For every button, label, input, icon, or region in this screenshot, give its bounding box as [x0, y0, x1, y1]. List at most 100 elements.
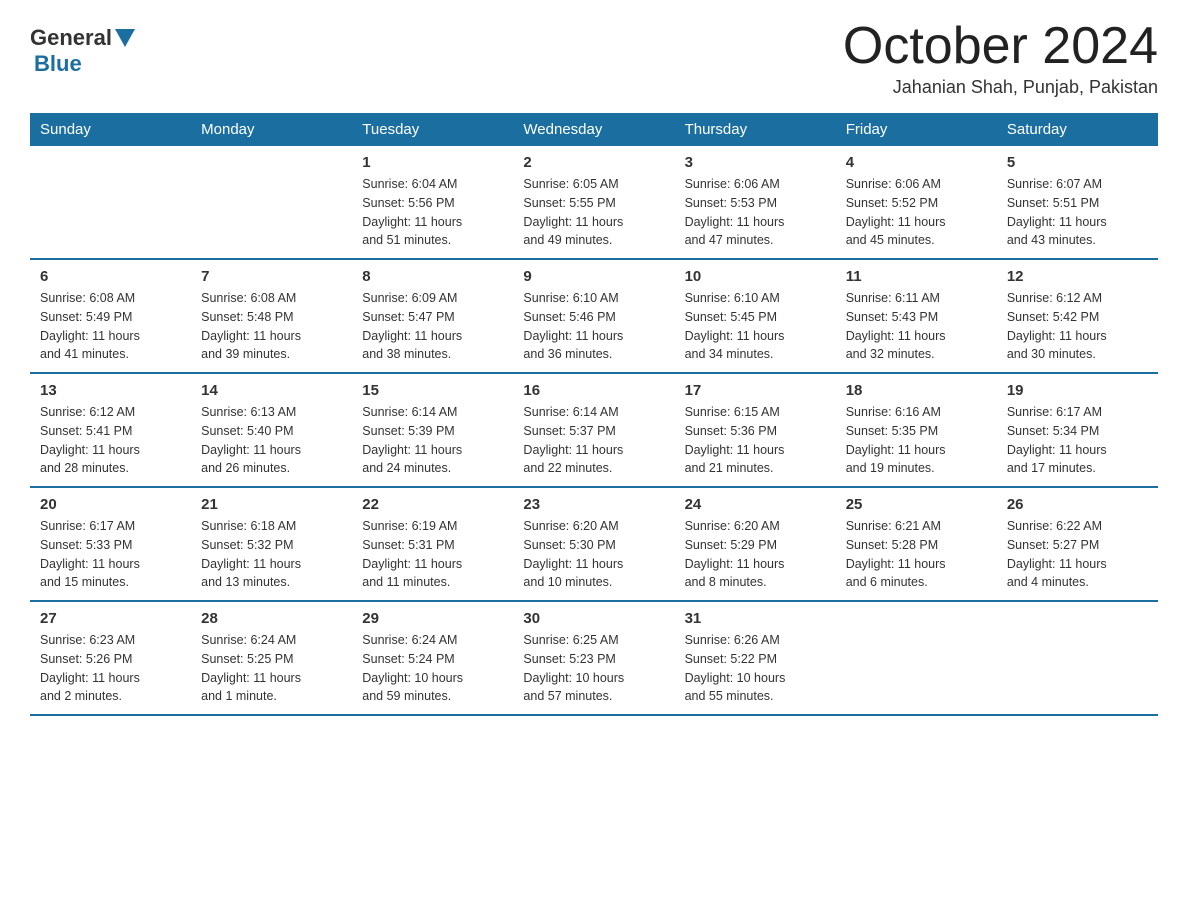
calendar-header: SundayMondayTuesdayWednesdayThursdayFrid… [30, 113, 1158, 146]
day-cell: 18 Sunrise: 6:16 AMSunset: 5:35 PMDayligh… [836, 373, 997, 487]
day-number: 14 [201, 382, 342, 399]
day-info: Sunrise: 6:22 AMSunset: 5:27 PMDaylight:… [1007, 517, 1148, 592]
day-info: Sunrise: 6:12 AMSunset: 5:41 PMDaylight:… [40, 403, 181, 478]
day-number: 30 [523, 610, 664, 627]
day-cell: 22 Sunrise: 6:19 AMSunset: 5:31 PMDayligh… [352, 487, 513, 601]
day-info: Sunrise: 6:16 AMSunset: 5:35 PMDaylight:… [846, 403, 987, 478]
day-number: 18 [846, 382, 987, 399]
title-block: October 2024 Jahanian Shah, Punjab, Paki… [843, 20, 1158, 98]
day-number: 20 [40, 496, 181, 513]
day-number: 6 [40, 268, 181, 285]
day-info: Sunrise: 6:13 AMSunset: 5:40 PMDaylight:… [201, 403, 342, 478]
day-number: 23 [523, 496, 664, 513]
day-cell: 11 Sunrise: 6:11 AMSunset: 5:43 PMDayligh… [836, 259, 997, 373]
day-info: Sunrise: 6:08 AMSunset: 5:48 PMDaylight:… [201, 289, 342, 364]
day-cell: 21 Sunrise: 6:18 AMSunset: 5:32 PMDayligh… [191, 487, 352, 601]
day-cell: 6 Sunrise: 6:08 AMSunset: 5:49 PMDaylight… [30, 259, 191, 373]
logo-blue: Blue [34, 51, 82, 76]
logo-text: General [30, 25, 135, 51]
day-cell [191, 146, 352, 259]
day-info: Sunrise: 6:18 AMSunset: 5:32 PMDaylight:… [201, 517, 342, 592]
day-info: Sunrise: 6:05 AMSunset: 5:55 PMDaylight:… [523, 175, 664, 250]
day-info: Sunrise: 6:17 AMSunset: 5:33 PMDaylight:… [40, 517, 181, 592]
day-number: 19 [1007, 382, 1148, 399]
logo: General Blue [30, 20, 135, 77]
day-cell: 16Sunrise: 6:14 AMSunset: 5:37 PMDayligh… [513, 373, 674, 487]
calendar-body: 1 Sunrise: 6:04 AMSunset: 5:56 PMDaylight… [30, 146, 1158, 715]
day-info: Sunrise: 6:25 AMSunset: 5:23 PMDaylight:… [523, 631, 664, 706]
day-cell: 3 Sunrise: 6:06 AMSunset: 5:53 PMDaylight… [675, 146, 836, 259]
day-info: Sunrise: 6:14 AMSunset: 5:37 PMDaylight:… [523, 403, 664, 478]
day-cell: 1 Sunrise: 6:04 AMSunset: 5:56 PMDaylight… [352, 146, 513, 259]
day-cell: 31 Sunrise: 6:26 AMSunset: 5:22 PMDayligh… [675, 601, 836, 715]
day-info: Sunrise: 6:26 AMSunset: 5:22 PMDaylight:… [685, 631, 826, 706]
weekday-header-saturday: Saturday [997, 113, 1158, 146]
day-number: 27 [40, 610, 181, 627]
weekday-header-monday: Monday [191, 113, 352, 146]
day-number: 11 [846, 268, 987, 285]
day-info: Sunrise: 6:10 AMSunset: 5:46 PMDaylight:… [523, 289, 664, 364]
day-info: Sunrise: 6:19 AMSunset: 5:31 PMDaylight:… [362, 517, 503, 592]
day-cell: 13Sunrise: 6:12 AMSunset: 5:41 PMDayligh… [30, 373, 191, 487]
weekday-header-tuesday: Tuesday [352, 113, 513, 146]
day-info: Sunrise: 6:21 AMSunset: 5:28 PMDaylight:… [846, 517, 987, 592]
week-row-5: 27 Sunrise: 6:23 AMSunset: 5:26 PMDayligh… [30, 601, 1158, 715]
logo-arrow-icon [115, 29, 135, 47]
week-row-1: 1 Sunrise: 6:04 AMSunset: 5:56 PMDaylight… [30, 146, 1158, 259]
day-cell: 9Sunrise: 6:10 AMSunset: 5:46 PMDaylight… [513, 259, 674, 373]
day-number: 29 [362, 610, 503, 627]
day-cell: 15Sunrise: 6:14 AMSunset: 5:39 PMDayligh… [352, 373, 513, 487]
day-info: Sunrise: 6:10 AMSunset: 5:45 PMDaylight:… [685, 289, 826, 364]
day-number: 5 [1007, 154, 1148, 171]
weekday-header-friday: Friday [836, 113, 997, 146]
day-number: 22 [362, 496, 503, 513]
day-number: 15 [362, 382, 503, 399]
day-info: Sunrise: 6:11 AMSunset: 5:43 PMDaylight:… [846, 289, 987, 364]
day-cell [836, 601, 997, 715]
day-number: 4 [846, 154, 987, 171]
day-cell: 27 Sunrise: 6:23 AMSunset: 5:26 PMDayligh… [30, 601, 191, 715]
day-info: Sunrise: 6:08 AMSunset: 5:49 PMDaylight:… [40, 289, 181, 364]
day-number: 1 [362, 154, 503, 171]
weekday-header-thursday: Thursday [675, 113, 836, 146]
day-info: Sunrise: 6:24 AMSunset: 5:24 PMDaylight:… [362, 631, 503, 706]
day-info: Sunrise: 6:04 AMSunset: 5:56 PMDaylight:… [362, 175, 503, 250]
day-cell: 14 Sunrise: 6:13 AMSunset: 5:40 PMDayligh… [191, 373, 352, 487]
day-number: 31 [685, 610, 826, 627]
weekday-header-wednesday: Wednesday [513, 113, 674, 146]
day-info: Sunrise: 6:15 AMSunset: 5:36 PMDaylight:… [685, 403, 826, 478]
day-number: 21 [201, 496, 342, 513]
week-row-3: 13Sunrise: 6:12 AMSunset: 5:41 PMDayligh… [30, 373, 1158, 487]
day-number: 26 [1007, 496, 1148, 513]
day-info: Sunrise: 6:17 AMSunset: 5:34 PMDaylight:… [1007, 403, 1148, 478]
day-cell: 10 Sunrise: 6:10 AMSunset: 5:45 PMDayligh… [675, 259, 836, 373]
day-cell: 8Sunrise: 6:09 AMSunset: 5:47 PMDaylight… [352, 259, 513, 373]
day-cell [997, 601, 1158, 715]
day-cell: 19 Sunrise: 6:17 AMSunset: 5:34 PMDayligh… [997, 373, 1158, 487]
day-number: 3 [685, 154, 826, 171]
page-header: General Blue October 2024 Jahanian Shah,… [30, 20, 1158, 98]
day-info: Sunrise: 6:07 AMSunset: 5:51 PMDaylight:… [1007, 175, 1148, 250]
day-number: 25 [846, 496, 987, 513]
day-info: Sunrise: 6:24 AMSunset: 5:25 PMDaylight:… [201, 631, 342, 706]
day-cell: 12Sunrise: 6:12 AMSunset: 5:42 PMDayligh… [997, 259, 1158, 373]
day-cell: 24Sunrise: 6:20 AMSunset: 5:29 PMDayligh… [675, 487, 836, 601]
day-number: 2 [523, 154, 664, 171]
day-number: 7 [201, 268, 342, 285]
day-cell: 20 Sunrise: 6:17 AMSunset: 5:33 PMDayligh… [30, 487, 191, 601]
day-cell: 2 Sunrise: 6:05 AMSunset: 5:55 PMDaylight… [513, 146, 674, 259]
day-info: Sunrise: 6:06 AMSunset: 5:53 PMDaylight:… [685, 175, 826, 250]
day-info: Sunrise: 6:23 AMSunset: 5:26 PMDaylight:… [40, 631, 181, 706]
day-cell: 23Sunrise: 6:20 AMSunset: 5:30 PMDayligh… [513, 487, 674, 601]
day-number: 28 [201, 610, 342, 627]
day-number: 24 [685, 496, 826, 513]
logo-general: General [30, 25, 112, 51]
day-cell: 4 Sunrise: 6:06 AMSunset: 5:52 PMDaylight… [836, 146, 997, 259]
calendar-table: SundayMondayTuesdayWednesdayThursdayFrid… [30, 113, 1158, 716]
week-row-4: 20 Sunrise: 6:17 AMSunset: 5:33 PMDayligh… [30, 487, 1158, 601]
day-info: Sunrise: 6:06 AMSunset: 5:52 PMDaylight:… [846, 175, 987, 250]
day-number: 10 [685, 268, 826, 285]
day-cell: 25 Sunrise: 6:21 AMSunset: 5:28 PMDayligh… [836, 487, 997, 601]
day-cell: 30 Sunrise: 6:25 AMSunset: 5:23 PMDayligh… [513, 601, 674, 715]
day-cell: 26 Sunrise: 6:22 AMSunset: 5:27 PMDayligh… [997, 487, 1158, 601]
